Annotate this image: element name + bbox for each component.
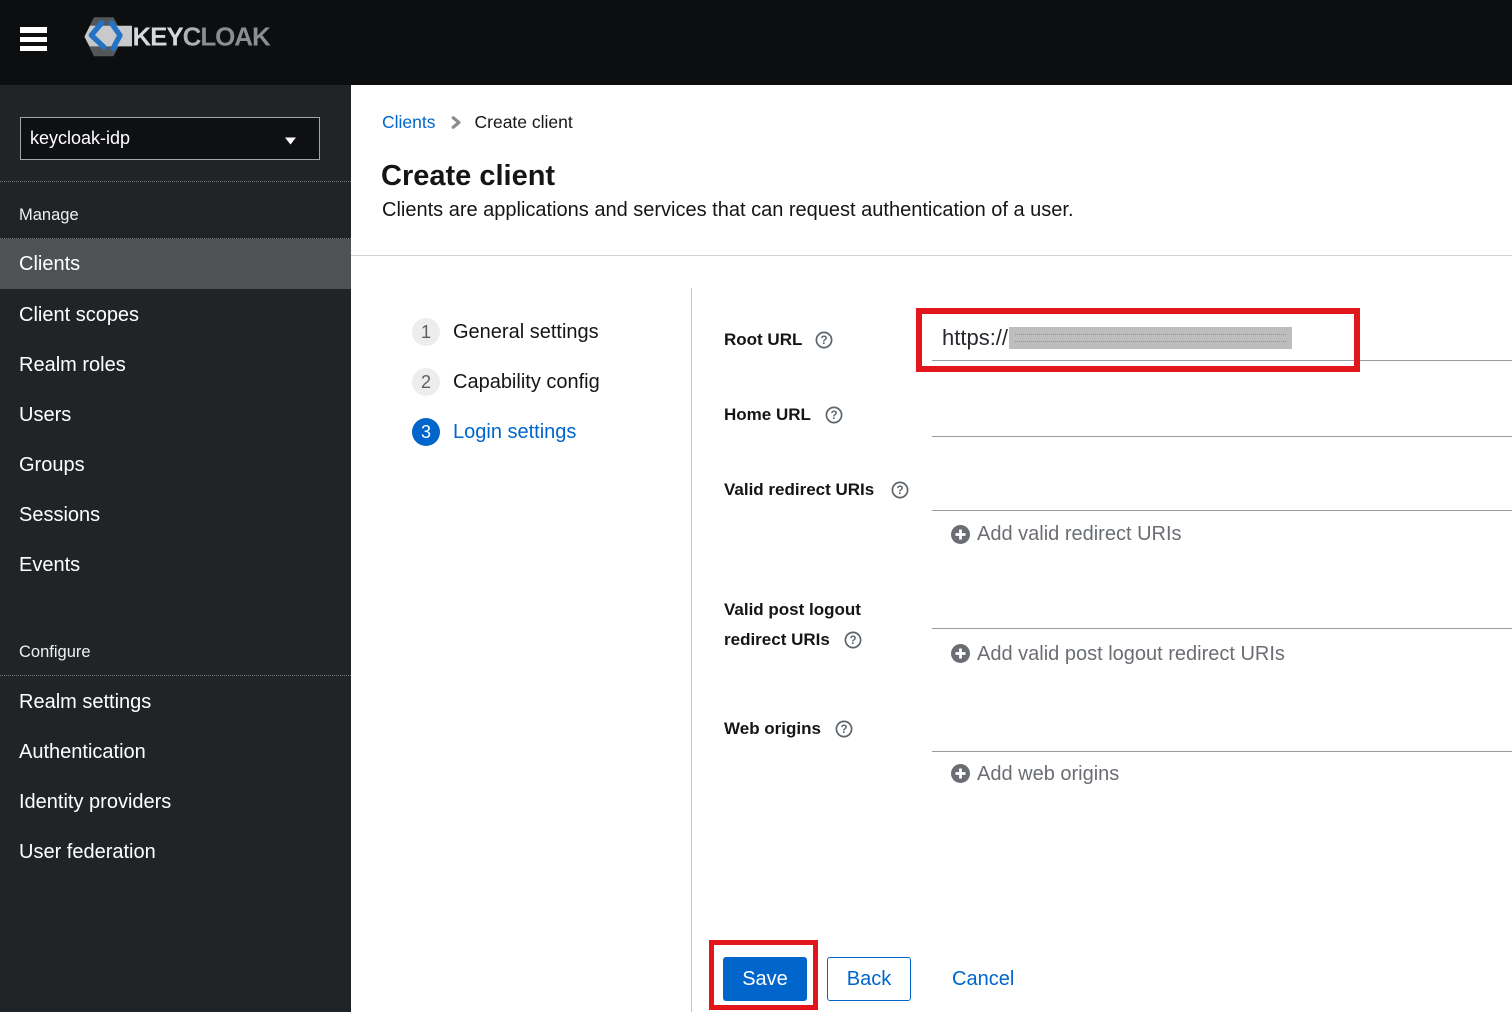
- svg-text:?: ?: [896, 485, 903, 497]
- svg-text:KEYCLOAK: KEYCLOAK: [133, 22, 271, 52]
- svg-text:?: ?: [820, 335, 827, 347]
- svg-text:?: ?: [849, 635, 856, 647]
- svg-text:?: ?: [840, 724, 847, 736]
- svg-text:?: ?: [830, 410, 837, 422]
